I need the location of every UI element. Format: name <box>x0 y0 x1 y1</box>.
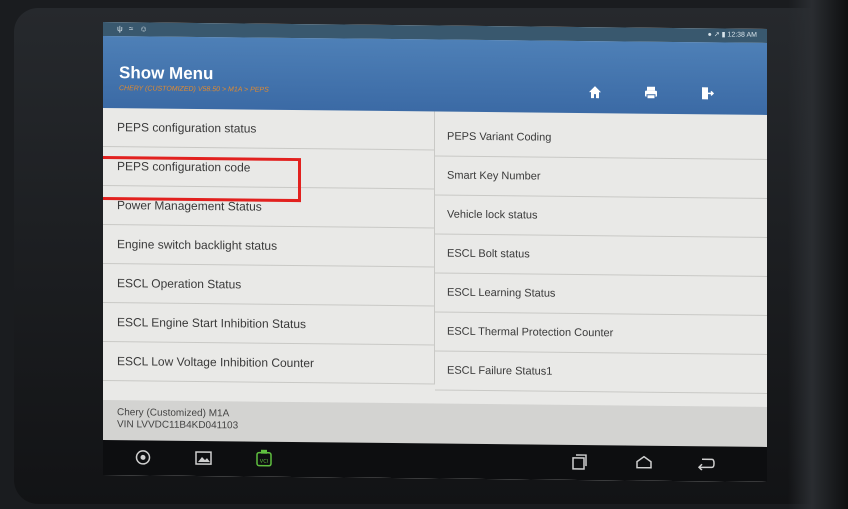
breadcrumb: CHERY (CUSTOMIZED) V58.50 > M1A > PEPS <box>119 85 269 94</box>
menu-item-escl-operation-status[interactable]: ESCL Operation Status <box>103 264 435 307</box>
menu-item-escl-learning-status[interactable]: ESCL Learning Status <box>435 273 767 316</box>
red-highlight-box <box>103 155 301 203</box>
home-nav-button[interactable] <box>630 452 658 474</box>
vehicle-info-bar: Chery (Customized) M1A VIN LVVDC11B4KD04… <box>103 400 767 447</box>
gallery-button[interactable] <box>190 447 218 469</box>
menu-item-escl-bolt-status[interactable]: ESCL Bolt status <box>435 234 767 277</box>
gallery-icon <box>195 451 212 465</box>
menu-item-engine-switch-backlight-status[interactable]: Engine switch backlight status <box>103 225 435 268</box>
recent-apps-button[interactable] <box>565 451 593 473</box>
print-icon <box>645 86 657 100</box>
menu-item-peps-variant-coding[interactable]: PEPS Variant Coding <box>435 117 767 160</box>
vehicle-model: Chery (Customized) M1A <box>117 407 230 420</box>
browser-button[interactable] <box>129 446 157 468</box>
app-header: Show Menu CHERY (CUSTOMIZED) V58.50 > M1… <box>103 36 767 115</box>
home-button[interactable] <box>577 81 613 103</box>
home-icon <box>589 86 601 99</box>
menu-item-vehicle-lock-status[interactable]: Vehicle lock status <box>435 195 767 238</box>
status-icons: ψ ≈ ☺ <box>117 24 150 34</box>
bezel-edge <box>788 0 848 509</box>
menu-item-escl-low-voltage-inhibition-counter[interactable]: ESCL Low Voltage Inhibition Counter <box>103 342 435 385</box>
back-icon <box>697 458 715 471</box>
back-button[interactable] <box>692 452 720 474</box>
print-button[interactable] <box>633 82 669 104</box>
browser-icon <box>135 450 151 465</box>
recent-apps-icon <box>572 454 587 470</box>
vci-icon: VCI <box>256 449 272 467</box>
exit-button[interactable] <box>689 82 725 104</box>
menu-item-escl-engine-start-inhibition-status[interactable]: ESCL Engine Start Inhibition Status <box>103 303 435 346</box>
vehicle-vin: VIN LVVDC11B4KD041103 <box>117 419 239 432</box>
exit-icon <box>702 87 714 100</box>
page-title: Show Menu <box>119 63 214 84</box>
menu-grid: PEPS configuration status PEPS configura… <box>103 108 767 415</box>
status-clock: ● ↗ ▮ 12:38 AM <box>707 31 757 39</box>
menu-item-smart-key-number[interactable]: Smart Key Number <box>435 156 767 199</box>
menu-item-peps-configuration-status[interactable]: PEPS configuration status <box>103 108 435 151</box>
tablet-screen: ψ ≈ ☺ ● ↗ ▮ 12:38 AM Show Menu CHERY (CU… <box>103 22 767 482</box>
vci-label: VCI <box>260 459 268 465</box>
home-outline-icon <box>636 455 652 469</box>
menu-item-escl-failure-status1[interactable]: ESCL Failure Status1 <box>435 351 767 394</box>
vci-button[interactable]: VCI <box>250 448 278 470</box>
menu-item-escl-thermal-protection-counter[interactable]: ESCL Thermal Protection Counter <box>435 312 767 355</box>
system-nav-bar: VCI <box>103 440 767 482</box>
